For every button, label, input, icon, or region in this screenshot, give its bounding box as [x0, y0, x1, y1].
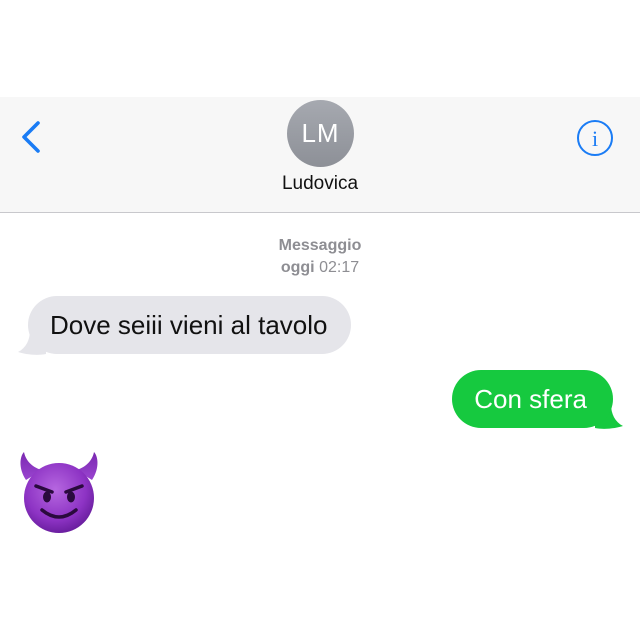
- messages-screen: LM Ludovica i Messaggio oggi 02:17 Dove …: [0, 0, 640, 640]
- message-text: Con sfera: [474, 384, 587, 414]
- outgoing-message-bubble[interactable]: Con sfera: [452, 370, 613, 428]
- smiling-devil-emoji[interactable]: [16, 450, 102, 536]
- message-text: Dove seiii vieni al tavolo: [50, 310, 328, 340]
- chevron-left-icon: [22, 121, 40, 153]
- incoming-message-bubble[interactable]: Dove seiii vieni al tavolo: [28, 296, 352, 354]
- back-button[interactable]: [14, 119, 50, 155]
- timestamp-date: oggi 02:17: [280, 259, 360, 276]
- contact-name[interactable]: Ludovica: [0, 173, 640, 195]
- timestamp-label: Messaggio: [278, 237, 362, 254]
- avatar-initials: LM: [301, 118, 340, 148]
- info-button[interactable]: i: [576, 119, 614, 157]
- contact-avatar[interactable]: LM: [287, 100, 354, 167]
- message-timestamp: Messaggio oggi 02:17: [0, 235, 640, 279]
- conversation-header: LM Ludovica i: [0, 97, 640, 213]
- svg-text:i: i: [592, 126, 598, 151]
- info-icon: i: [577, 120, 613, 156]
